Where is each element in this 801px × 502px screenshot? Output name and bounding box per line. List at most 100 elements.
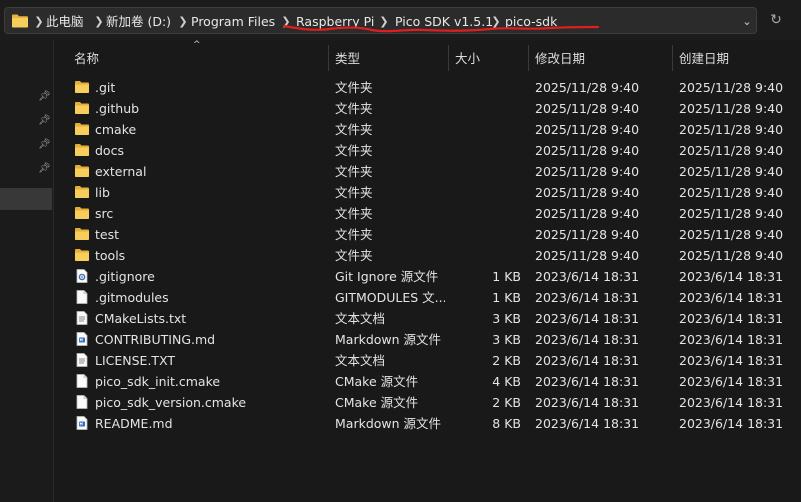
breadcrumb-chevron-icon[interactable]: ❯ xyxy=(94,14,104,30)
column-header-modified[interactable]: 修改日期 xyxy=(535,51,585,67)
breadcrumb-program-files[interactable]: Program Files xyxy=(191,14,275,30)
file-icon xyxy=(74,289,90,305)
file-row[interactable]: pico_sdk_version.cmake CMake 源文件 2 KB 2023/… xyxy=(54,392,801,413)
breadcrumb-chevron-icon[interactable]: ❯ xyxy=(34,14,44,30)
column-divider[interactable] xyxy=(528,45,529,71)
folder-icon xyxy=(74,226,90,242)
file-size: 8 KB xyxy=(492,416,521,431)
column-divider[interactable] xyxy=(448,45,449,71)
file-modified-date: 2023/6/14 18:31 xyxy=(535,374,640,389)
address-bar[interactable]: ❯ 此电脑 ❯ 新加卷 (D:) ❯ Program Files ❯ Raspb… xyxy=(4,7,757,34)
file-modified-date: 2025/11/28 9:40 xyxy=(535,227,640,242)
file-name: cmake xyxy=(95,122,137,137)
file-size xyxy=(449,205,521,222)
file-created-date: 2023/6/14 18:31 xyxy=(679,353,784,368)
file-size: 3 KB xyxy=(492,332,521,347)
folder-row[interactable]: .github 文件夹 2025/11/28 9:40 2025/11/28 9:40 xyxy=(54,98,801,119)
folder-icon xyxy=(74,100,90,116)
file-type: 文件夹 xyxy=(335,80,373,95)
folder-row[interactable]: test 文件夹 2025/11/28 9:40 2025/11/28 9:40 xyxy=(54,224,801,245)
column-header-size[interactable]: 大小 xyxy=(455,51,480,67)
file-name: LICENSE.TXT xyxy=(95,353,176,368)
file-name: .git xyxy=(95,80,116,95)
address-dropdown-icon[interactable]: ⌄ xyxy=(737,12,757,32)
nav-selected-item[interactable] xyxy=(0,188,52,210)
folder-icon xyxy=(74,121,90,137)
file-name: .github xyxy=(95,101,140,116)
folder-row[interactable]: tools 文件夹 2025/11/28 9:40 2025/11/28 9:40 xyxy=(54,245,801,266)
file-created-date: 2025/11/28 9:40 xyxy=(679,101,784,116)
pin-icon[interactable]: 📌︎ xyxy=(38,115,51,127)
breadcrumb-pico-sdk[interactable]: pico-sdk xyxy=(505,14,557,30)
column-header-type[interactable]: 类型 xyxy=(335,51,360,67)
file-modified-date: 2023/6/14 18:31 xyxy=(535,311,640,326)
file-size: 2 KB xyxy=(492,395,521,410)
file-row[interactable]: pico_sdk_init.cmake CMake 源文件 4 KB 2023/6/1… xyxy=(54,371,801,392)
file-name: .gitmodules xyxy=(95,290,169,305)
folder-icon xyxy=(74,205,90,221)
file-created-date: 2025/11/28 9:40 xyxy=(679,122,784,137)
breadcrumb-chevron-icon[interactable]: ❯ xyxy=(379,14,389,30)
breadcrumb-chevron-icon[interactable]: ❯ xyxy=(178,14,188,30)
file-list: ^ 名称 类型 大小 修改日期 创建日期 .git 文件夹 2025/11/28 9… xyxy=(54,40,801,502)
file-type: CMake 源文件 xyxy=(335,374,419,389)
folder-row[interactable]: src 文件夹 2025/11/28 9:40 2025/11/28 9:40 xyxy=(54,203,801,224)
folder-icon xyxy=(74,79,90,95)
breadcrumb-chevron-icon[interactable]: ❯ xyxy=(491,14,501,30)
file-name: .gitignore xyxy=(95,269,155,284)
file-type: CMake 源文件 xyxy=(335,395,419,410)
file-row[interactable]: CMakeLists.txt 文本文档 3 KB 2023/6/14 18:31 202… xyxy=(54,308,801,329)
breadcrumb-drive-d[interactable]: 新加卷 (D:) xyxy=(106,14,171,30)
file-type: 文本文档 xyxy=(335,353,386,368)
file-type: Git Ignore 源文件 xyxy=(335,269,439,284)
file-type: 文件夹 xyxy=(335,185,373,200)
file-created-date: 2023/6/14 18:31 xyxy=(679,395,784,410)
file-type: 文件夹 xyxy=(335,143,373,158)
file-created-date: 2023/6/14 18:31 xyxy=(679,311,784,326)
text-file-icon xyxy=(74,310,90,326)
address-bar-area: ❯ 此电脑 ❯ 新加卷 (D:) ❯ Program Files ❯ Raspb… xyxy=(0,0,801,40)
folder-row[interactable]: docs 文件夹 2025/11/28 9:40 2025/11/28 9:40 xyxy=(54,140,801,161)
column-divider[interactable] xyxy=(328,45,329,71)
refresh-icon[interactable]: ↻ xyxy=(766,10,786,30)
file-created-date: 2025/11/28 9:40 xyxy=(679,206,784,221)
file-type: 文件夹 xyxy=(335,227,373,242)
breadcrumb-raspberry-pi[interactable]: Raspberry Pi xyxy=(296,14,374,30)
folder-icon xyxy=(12,14,28,28)
file-name: README.md xyxy=(95,416,173,431)
column-header-created[interactable]: 创建日期 xyxy=(679,51,729,67)
breadcrumb-pico-sdk-version[interactable]: Pico SDK v1.5.1 xyxy=(395,14,493,30)
file-modified-date: 2023/6/14 18:31 xyxy=(535,290,640,305)
file-modified-date: 2023/6/14 18:31 xyxy=(535,353,640,368)
file-size: 1 KB xyxy=(492,269,521,284)
file-size xyxy=(449,163,521,180)
file-row[interactable]: .gitmodules GITMODULES 文... 1 KB 2023/6/14 … xyxy=(54,287,801,308)
file-created-date: 2025/11/28 9:40 xyxy=(679,248,784,263)
file-row[interactable]: LICENSE.TXT 文本文档 2 KB 2023/6/14 18:31 2023/6… xyxy=(54,350,801,371)
folder-row[interactable]: .git 文件夹 2025/11/28 9:40 2025/11/28 9:40 xyxy=(54,77,801,98)
pin-icon[interactable]: 📌︎ xyxy=(38,91,51,103)
column-header-name[interactable]: 名称 xyxy=(74,51,99,67)
folder-icon xyxy=(74,142,90,158)
sort-ascending-icon: ^ xyxy=(193,40,201,50)
folder-row[interactable]: external 文件夹 2025/11/28 9:40 2025/11/28 9:4… xyxy=(54,161,801,182)
file-created-date: 2025/11/28 9:40 xyxy=(679,80,784,95)
file-row[interactable]: .gitignore Git Ignore 源文件 1 KB 2023/6/14 18… xyxy=(54,266,801,287)
file-name: test xyxy=(95,227,120,242)
file-modified-date: 2023/6/14 18:31 xyxy=(535,395,640,410)
breadcrumb-chevron-icon[interactable]: ❯ xyxy=(281,14,291,30)
file-created-date: 2023/6/14 18:31 xyxy=(679,332,784,347)
pin-icon[interactable]: 📌︎ xyxy=(38,163,51,175)
file-row[interactable]: CONTRIBUTING.md Markdown 源文件 3 KB 2023/6/14… xyxy=(54,329,801,350)
folder-row[interactable]: lib 文件夹 2025/11/28 9:40 2025/11/28 9:40 xyxy=(54,182,801,203)
folder-row[interactable]: cmake 文件夹 2025/11/28 9:40 2025/11/28 9:40 xyxy=(54,119,801,140)
file-icon xyxy=(74,394,90,410)
file-row[interactable]: README.md Markdown 源文件 8 KB 2023/6/14 18:31… xyxy=(54,413,801,434)
file-modified-date: 2025/11/28 9:40 xyxy=(535,143,640,158)
pin-icon[interactable]: 📌︎ xyxy=(38,139,51,151)
file-type: 文件夹 xyxy=(335,248,373,263)
file-modified-date: 2025/11/28 9:40 xyxy=(535,248,640,263)
file-type: GITMODULES 文... xyxy=(335,290,445,305)
breadcrumb-this-pc[interactable]: 此电脑 xyxy=(46,14,84,30)
column-divider[interactable] xyxy=(672,45,673,71)
